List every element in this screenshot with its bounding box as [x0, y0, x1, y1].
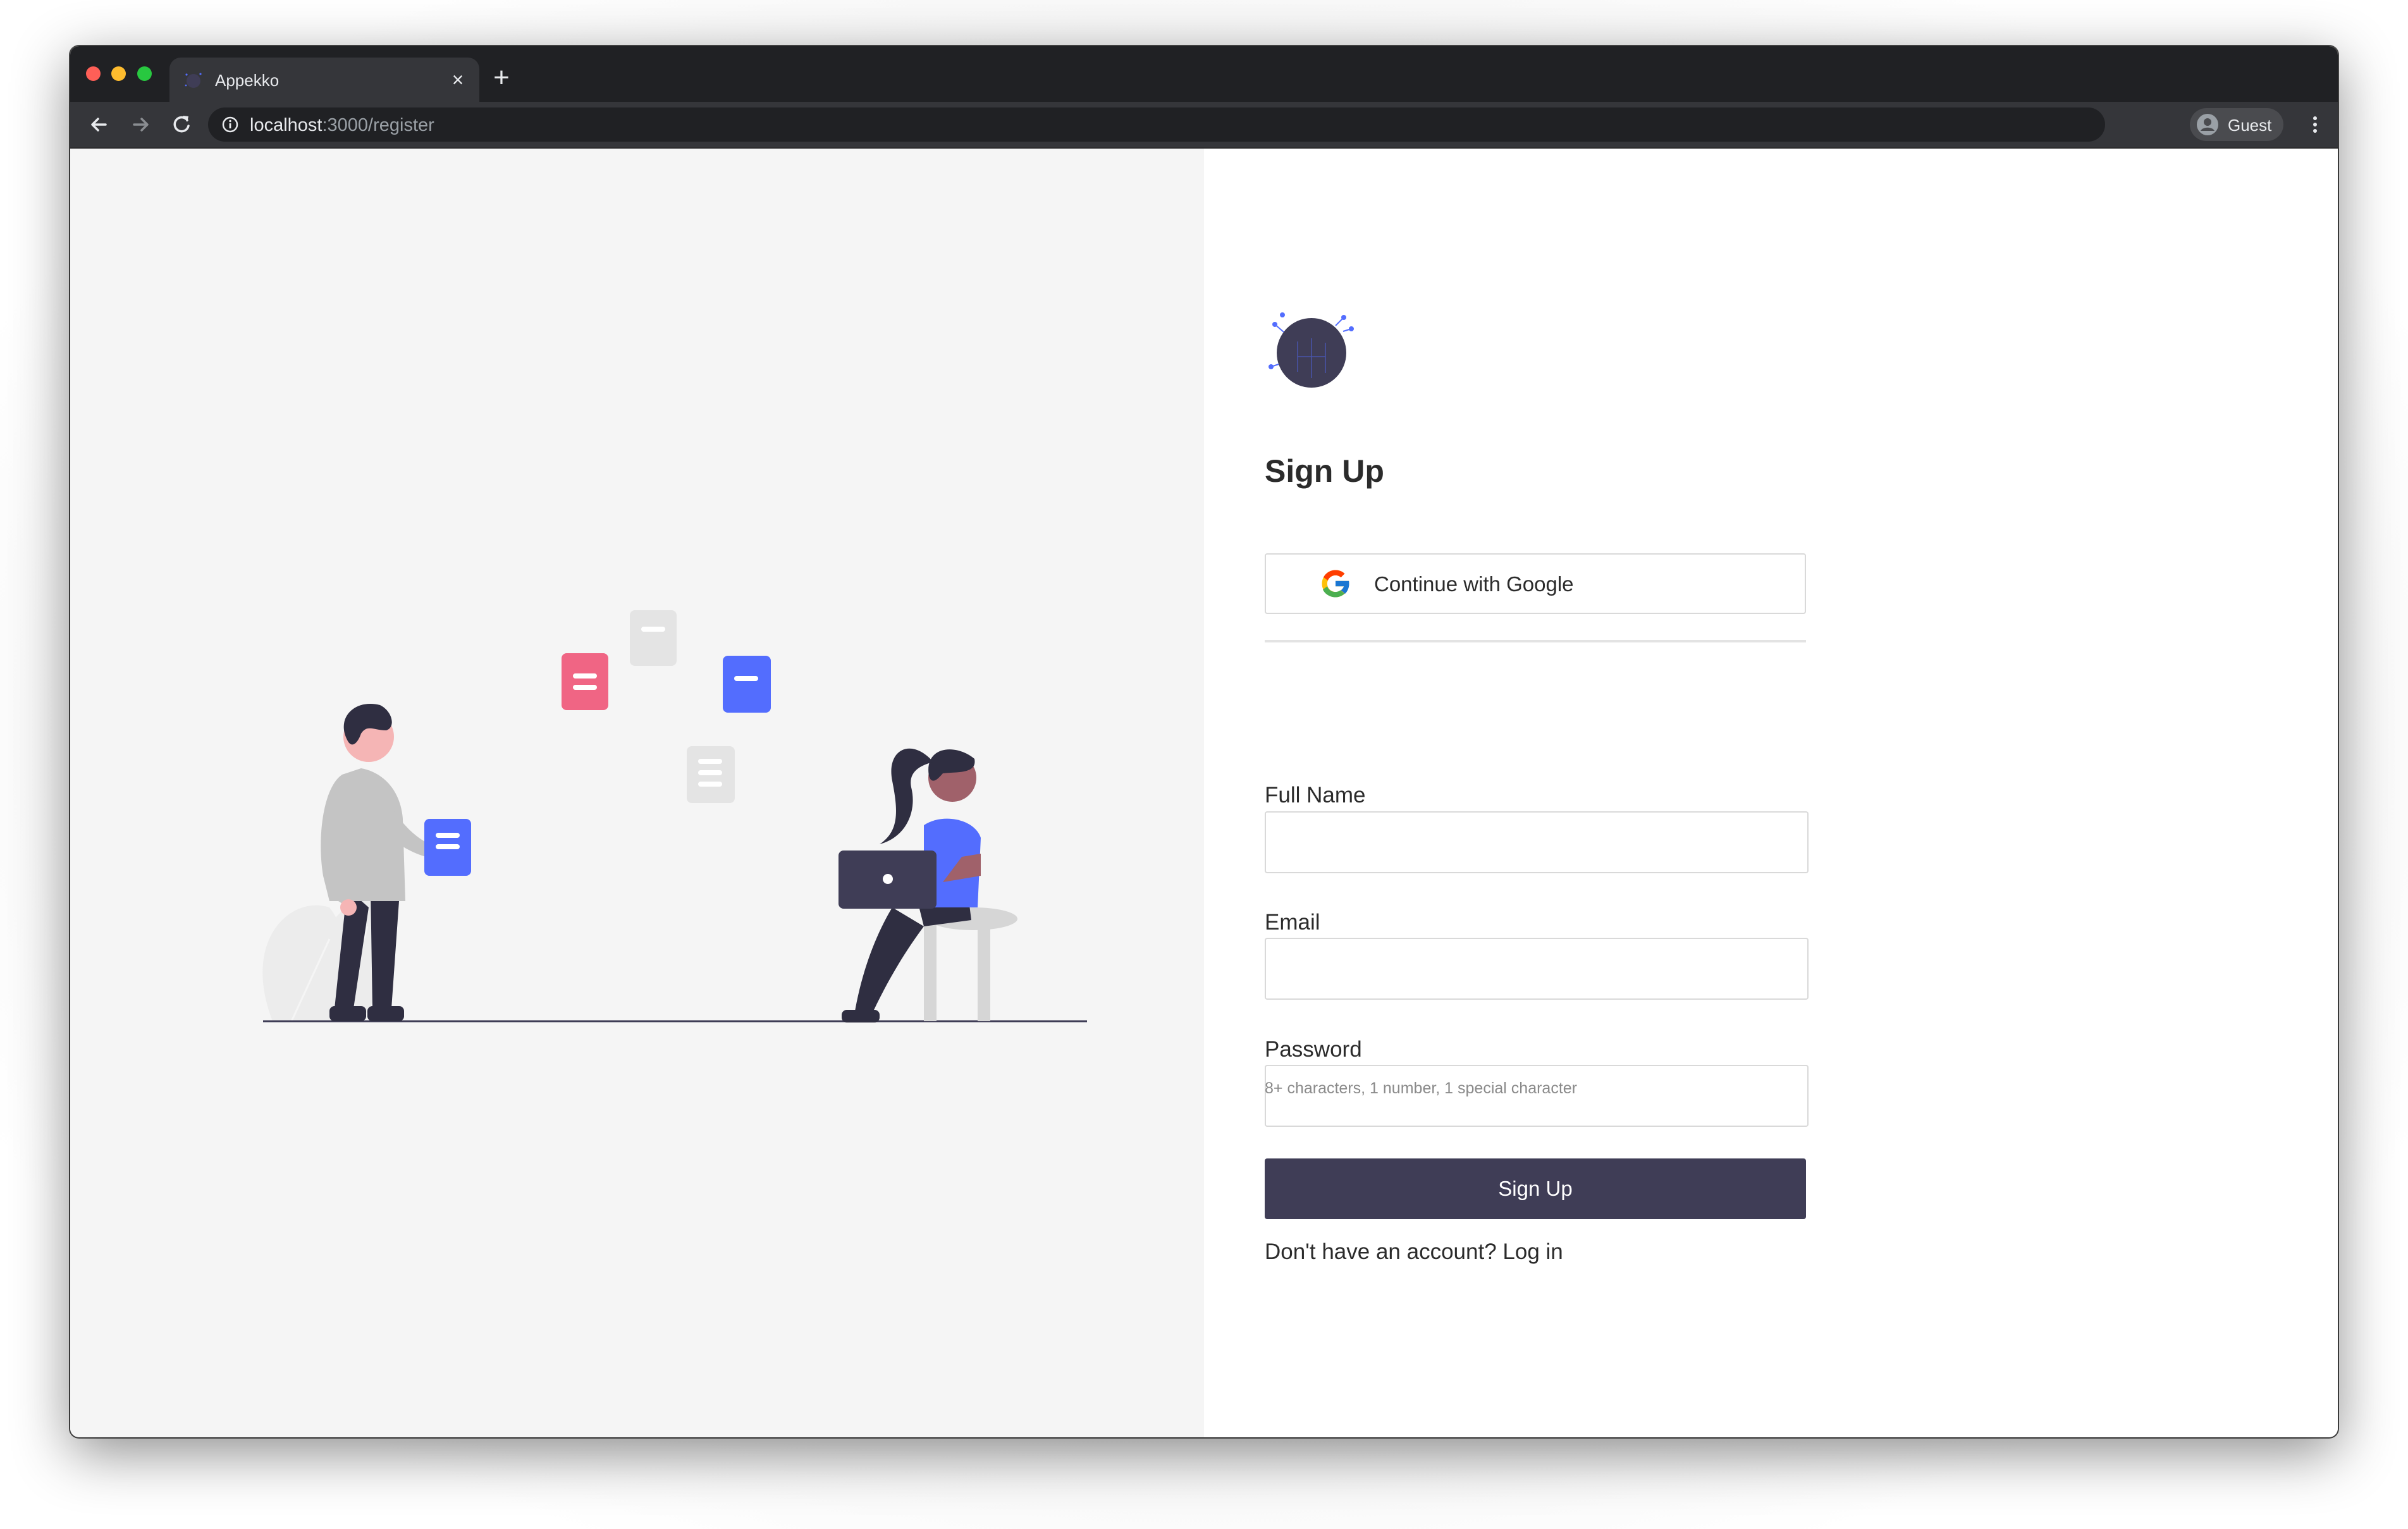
full-name-field[interactable]: [1265, 811, 1809, 873]
full-name-label: Full Name: [1265, 783, 1366, 807]
tab-bar: Appekko × +: [70, 46, 2338, 102]
appekko-logo-icon: [1268, 312, 1354, 388]
floating-doc-blue-1: [723, 656, 771, 713]
more-vertical-icon[interactable]: [2302, 112, 2328, 137]
browser-window: Appekko × + localhost:3000/register Gues…: [70, 46, 2338, 1437]
google-button-label: Continue with Google: [1374, 572, 1574, 596]
password-hint: 8+ characters, 1 number, 1 special chara…: [1265, 1079, 1578, 1097]
log-in-link[interactable]: Log in: [1502, 1239, 1563, 1264]
email-label: Email: [1265, 910, 1320, 935]
page-title: Sign Up: [1265, 453, 1384, 489]
floating-doc-gray-1: [630, 610, 677, 666]
section-divider: [1265, 640, 1806, 642]
browser-toolbar: localhost:3000/register Guest: [70, 102, 2338, 149]
google-g-icon: [1322, 570, 1350, 598]
floating-doc-pink: [562, 653, 608, 710]
maximize-window-button[interactable]: [137, 66, 152, 81]
info-icon[interactable]: [221, 115, 240, 134]
man-figure: [321, 704, 471, 1021]
url-text[interactable]: localhost:3000/register: [250, 116, 434, 135]
illustration-panel: [70, 149, 1204, 1437]
email-field[interactable]: [1265, 938, 1809, 1000]
reload-icon[interactable]: [168, 111, 195, 138]
url-path: :3000/register: [322, 115, 434, 135]
google-signin-button[interactable]: Continue with Google: [1265, 553, 1806, 614]
floating-doc-gray-2: [687, 746, 735, 803]
page-content: Sign Up Continue with Google Full Name E…: [70, 149, 2338, 1437]
profile-label: Guest: [2228, 116, 2272, 135]
browser-tab[interactable]: Appekko ×: [169, 58, 479, 102]
appekko-favicon-icon: [185, 73, 202, 88]
forward-arrow-icon[interactable]: [126, 111, 154, 138]
url-host: localhost: [250, 115, 322, 135]
profile-button[interactable]: Guest: [2190, 108, 2283, 141]
woman-figure: [838, 748, 981, 1022]
back-arrow-icon[interactable]: [85, 111, 113, 138]
login-prompt-text: Don't have an account?: [1265, 1239, 1497, 1264]
form-panel: Sign Up Continue with Google Full Name E…: [1204, 149, 2338, 1437]
password-label: Password: [1265, 1037, 1362, 1062]
close-window-button[interactable]: [86, 66, 101, 81]
minimize-window-button[interactable]: [111, 66, 126, 81]
tab-title: Appekko: [215, 71, 280, 90]
plant-decoration: [262, 899, 388, 1022]
account-circle-icon: [2197, 114, 2218, 135]
team-illustration: [262, 610, 1087, 1022]
tab-close-icon[interactable]: ×: [446, 68, 469, 91]
address-bar[interactable]: localhost:3000/register: [208, 107, 2105, 142]
sign-up-button[interactable]: Sign Up: [1265, 1158, 1806, 1219]
login-prompt: Don't have an account? Log in: [1265, 1239, 1563, 1265]
new-tab-button[interactable]: +: [488, 64, 515, 92]
